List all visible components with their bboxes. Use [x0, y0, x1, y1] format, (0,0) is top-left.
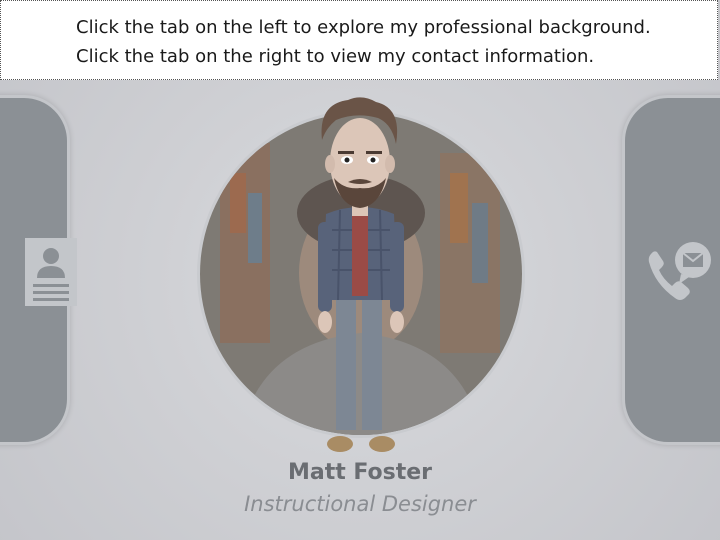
- instructions-box: Click the tab on the left to explore my …: [0, 0, 718, 80]
- phone-mail-icon: [645, 240, 715, 310]
- instruction-line-left-tab: Click the tab on the left to explore my …: [76, 17, 651, 38]
- background-tab[interactable]: [0, 95, 77, 445]
- profile-name: Matt Foster: [287, 460, 433, 485]
- instruction-line-right-tab: Click the tab on the right to view my co…: [76, 46, 595, 67]
- profile-title: Instructional Designer: [244, 492, 476, 516]
- resume-card-icon: [25, 238, 77, 310]
- profile-photo: [197, 110, 525, 438]
- contact-tab[interactable]: [622, 95, 720, 445]
